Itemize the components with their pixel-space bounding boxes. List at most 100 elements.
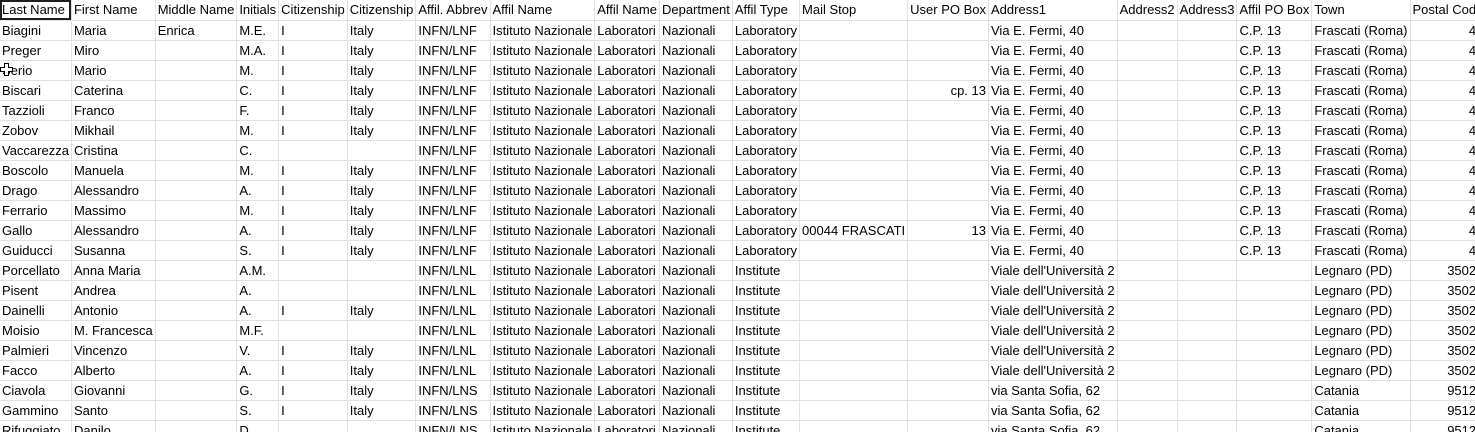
table-cell[interactable]	[155, 60, 238, 81]
table-cell[interactable]: Via E. Fermi, 40	[988, 200, 1118, 221]
table-cell[interactable]: Via E. Fermi, 40	[988, 160, 1118, 181]
table-cell[interactable]	[799, 340, 909, 361]
table-cell[interactable]	[907, 380, 989, 401]
table-cell[interactable]: via Santa Sofia, 62	[988, 420, 1118, 432]
table-cell[interactable]	[1177, 240, 1238, 261]
table-cell[interactable]: Laboratori	[594, 80, 660, 101]
table-cell[interactable]: D.	[236, 420, 280, 432]
table-cell[interactable]	[278, 280, 348, 301]
table-cell[interactable]	[1117, 300, 1178, 321]
table-cell[interactable]	[278, 140, 348, 161]
table-cell[interactable]: Dainelli	[0, 300, 72, 321]
table-cell[interactable]	[907, 420, 989, 432]
table-cell[interactable]: M.	[236, 200, 280, 221]
table-cell[interactable]: INFN/LNF	[415, 100, 491, 121]
table-cell[interactable]: M.E.	[236, 20, 280, 41]
table-cell[interactable]: Istituto Nazionale	[490, 220, 596, 241]
table-cell[interactable]	[1177, 80, 1238, 101]
table-cell[interactable]	[1117, 120, 1178, 141]
table-cell[interactable]	[1177, 120, 1238, 141]
table-cell[interactable]: Palmieri	[0, 340, 72, 361]
table-cell[interactable]	[155, 260, 238, 281]
table-cell[interactable]	[1236, 260, 1313, 281]
table-cell[interactable]: INFN/LNF	[415, 240, 491, 261]
column-header-cell[interactable]: Postal Code	[1410, 0, 1475, 21]
table-cell[interactable]	[907, 200, 989, 221]
table-cell[interactable]: Nazionali	[659, 380, 733, 401]
table-cell[interactable]: Boscolo	[0, 160, 72, 181]
table-cell[interactable]	[1117, 140, 1178, 161]
table-cell[interactable]: INFN/LNL	[415, 280, 491, 301]
table-cell[interactable]: 44	[1410, 240, 1475, 261]
table-cell[interactable]	[155, 320, 238, 341]
column-header-cell[interactable]: Affil Name	[594, 0, 660, 21]
table-cell[interactable]	[1177, 280, 1238, 301]
table-cell[interactable]: Frascati (Roma)	[1311, 140, 1411, 161]
table-cell[interactable]	[799, 380, 909, 401]
table-cell[interactable]: 44	[1410, 140, 1475, 161]
table-cell[interactable]: Istituto Nazionale	[490, 20, 596, 41]
column-header-cell[interactable]: Affil Name	[490, 0, 596, 21]
table-cell[interactable]: Frascati (Roma)	[1311, 100, 1411, 121]
table-cell[interactable]: A.	[236, 360, 280, 381]
table-cell[interactable]: Andrea	[71, 280, 156, 301]
table-cell[interactable]: Frascati (Roma)	[1311, 240, 1411, 261]
table-cell[interactable]: Gallo	[0, 220, 72, 241]
table-cell[interactable]: Nazionali	[659, 400, 733, 421]
table-cell[interactable]: INFN/LNF	[415, 80, 491, 101]
table-cell[interactable]	[278, 260, 348, 281]
table-cell[interactable]: Danilo	[71, 420, 156, 432]
table-cell[interactable]: Laboratori	[594, 100, 660, 121]
table-cell[interactable]	[1117, 180, 1178, 201]
table-cell[interactable]: 95123	[1410, 380, 1475, 401]
column-header-cell[interactable]: Address2	[1117, 0, 1178, 21]
table-cell[interactable]	[799, 420, 909, 432]
table-cell[interactable]	[1236, 400, 1313, 421]
table-cell[interactable]	[1177, 180, 1238, 201]
table-cell[interactable]: Vincenzo	[71, 340, 156, 361]
table-cell[interactable]: 35020	[1410, 300, 1475, 321]
table-cell[interactable]: Nazionali	[659, 100, 733, 121]
column-header-cell[interactable]: Town	[1311, 0, 1411, 21]
table-cell[interactable]: Institute	[732, 340, 801, 361]
table-cell[interactable]	[155, 240, 238, 261]
table-cell[interactable]	[799, 240, 909, 261]
table-cell[interactable]: Tazzioli	[0, 100, 72, 121]
table-cell[interactable]: via Santa Sofia, 62	[988, 400, 1118, 421]
table-cell[interactable]: Frascati (Roma)	[1311, 40, 1411, 61]
table-cell[interactable]: INFN/LNL	[415, 260, 491, 281]
table-cell[interactable]: Nazionali	[659, 280, 733, 301]
table-cell[interactable]: Viale dell'Università 2	[988, 340, 1118, 361]
table-cell[interactable]	[907, 400, 989, 421]
table-cell[interactable]: S.	[236, 240, 280, 261]
table-cell[interactable]: Nazionali	[659, 220, 733, 241]
table-cell[interactable]: M.	[236, 60, 280, 81]
table-cell[interactable]: Catania	[1311, 400, 1411, 421]
table-cell[interactable]	[155, 300, 238, 321]
table-cell[interactable]	[1177, 200, 1238, 221]
table-cell[interactable]: Istituto Nazionale	[490, 80, 596, 101]
table-cell[interactable]	[799, 60, 909, 81]
table-cell[interactable]: A.	[236, 280, 280, 301]
table-cell[interactable]: Laboratori	[594, 160, 660, 181]
table-cell[interactable]: Legnaro (PD)	[1311, 320, 1411, 341]
table-cell[interactable]: INFN/LNF	[415, 140, 491, 161]
table-cell[interactable]: Laboratory	[732, 160, 801, 181]
table-cell[interactable]: M.	[236, 160, 280, 181]
table-cell[interactable]: Institute	[732, 400, 801, 421]
table-cell[interactable]: I	[278, 100, 348, 121]
table-cell[interactable]: Giovanni	[71, 380, 156, 401]
column-header-cell[interactable]: Mail Stop	[799, 0, 909, 21]
table-cell[interactable]	[1177, 360, 1238, 381]
table-cell[interactable]	[799, 200, 909, 221]
table-cell[interactable]: Nazionali	[659, 160, 733, 181]
table-cell[interactable]: Laboratori	[594, 260, 660, 281]
table-cell[interactable]	[1117, 220, 1178, 241]
table-cell[interactable]: Italy	[347, 40, 417, 61]
table-cell[interactable]: Istituto Nazionale	[490, 300, 596, 321]
table-cell[interactable]: Italy	[347, 60, 417, 81]
table-cell[interactable]: F.	[236, 100, 280, 121]
table-cell[interactable]: Nazionali	[659, 320, 733, 341]
table-cell[interactable]	[907, 60, 989, 81]
table-cell[interactable]	[155, 120, 238, 141]
